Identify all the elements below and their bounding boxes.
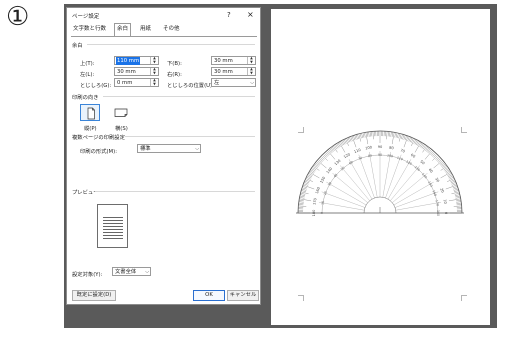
tab-margins[interactable]: 余白 [114, 23, 132, 37]
tab-paper[interactable]: 用紙 [138, 24, 153, 35]
left-margin-input[interactable]: 30 mm ▲ ▼ [114, 67, 159, 76]
chevron-down-icon: ⌵ [145, 269, 149, 275]
bottom-margin-label: 下(B): [167, 61, 182, 67]
protractor-outer-scale-label: 90 [378, 145, 383, 149]
step-number: ① [6, 2, 30, 32]
close-button[interactable]: × [247, 10, 254, 19]
apply-to-value: 文書全体 [115, 269, 137, 275]
page-setup-dialog: ページ設定 ? × 文字数と行数 余白 用紙 その他 余白 上(T): 110 … [66, 7, 261, 305]
protractor-inner-scale-label: 180 [436, 210, 440, 216]
print-format-select[interactable]: 標準 ⌵ [137, 144, 201, 153]
preview-text-line [103, 226, 123, 227]
gutter-spinner[interactable]: ▲ ▼ [150, 78, 158, 86]
gutter-label: とじしろ(G): [80, 83, 112, 89]
right-margin-label: 右(R): [167, 72, 182, 78]
protractor-inner-scale-label: 0 [320, 212, 324, 214]
orientation-section-label: 印刷の向き [72, 95, 99, 101]
gutter-input[interactable]: 0 mm ▲ ▼ [114, 78, 159, 87]
landscape-button[interactable] [111, 104, 131, 121]
left-margin-value: 30 mm [117, 69, 136, 75]
left-margin-label: 左(L): [80, 72, 95, 78]
dialog-title: ページ設定 [72, 14, 100, 20]
gutter-position-select[interactable]: 左 ⌵ [211, 78, 256, 87]
gutter-value: 0 mm [117, 80, 133, 86]
set-as-default-button[interactable]: 既定に設定(D) [72, 290, 116, 301]
preview-text-line [103, 232, 123, 233]
left-margin-spinner[interactable]: ▲ ▼ [150, 67, 158, 75]
portrait-page-icon [87, 107, 95, 120]
bottom-margin-value: 30 mm [214, 58, 233, 64]
right-margin-spinner[interactable]: ▲ ▼ [247, 67, 255, 75]
margins-section-label: 余白 [72, 43, 83, 49]
multipage-section-label: 複数ページの印刷設定 [72, 135, 125, 141]
top-margin-label: 上(T): [80, 61, 95, 67]
section-divider [125, 136, 255, 137]
print-format-value: 標準 [140, 146, 151, 152]
print-format-label: 印刷の形式(M): [80, 149, 117, 155]
ok-button[interactable]: OK [193, 290, 225, 301]
protractor-image[interactable]: 0180101702016030150401405013060120701108… [271, 9, 490, 325]
preview-page [97, 204, 128, 248]
top-margin-input[interactable]: 110 mm ▲ ▼ [114, 56, 159, 65]
preview-text-line [103, 220, 123, 221]
tab-divider [71, 36, 257, 37]
help-button[interactable]: ? [227, 11, 231, 19]
right-margin-value: 30 mm [214, 69, 233, 75]
tab-other[interactable]: その他 [161, 24, 182, 35]
document-page: 0 180 10 170 20 160 30 150 40 140 50 130 60 120 70 110 8… [271, 9, 490, 325]
gutter-position-label: とじしろの位置(U): [167, 83, 214, 89]
landscape-label[interactable]: 横(S) [115, 124, 128, 132]
tab-character-lines[interactable]: 文字数と行数 [71, 24, 108, 35]
section-divider [103, 96, 255, 97]
top-margin-spinner[interactable]: ▲ ▼ [150, 56, 158, 64]
protractor-inner-scale-label: 90 [378, 153, 382, 157]
apply-to-select[interactable]: 文書全体 ⌵ [112, 267, 151, 276]
chevron-down-icon: ⌵ [250, 80, 254, 86]
section-divider [87, 44, 255, 45]
protractor-outer-scale-label: 0 [444, 212, 448, 215]
preview-text-line [103, 223, 123, 224]
protractor-inner-scale-label: 10 [321, 201, 326, 206]
bottom-margin-spinner[interactable]: ▲ ▼ [247, 56, 255, 64]
protractor-outer-scale-label: 180 [312, 209, 316, 217]
chevron-down-icon: ⌵ [195, 146, 199, 152]
dialog-titlebar[interactable]: ページ設定 ? × [67, 8, 260, 22]
cancel-button[interactable]: キャンセル [227, 290, 259, 301]
preview-text-line [103, 217, 123, 218]
section-divider [95, 191, 255, 192]
portrait-label[interactable]: 縦(P) [84, 124, 97, 132]
preview-text-line [103, 238, 123, 239]
preview-text-line [103, 235, 123, 236]
landscape-page-icon [114, 108, 128, 117]
top-margin-value: 110 mm [116, 57, 141, 65]
bottom-margin-input[interactable]: 30 mm ▲ ▼ [211, 56, 256, 65]
portrait-button[interactable] [80, 104, 100, 121]
preview-section-label: プレビュー [72, 190, 99, 196]
gutter-position-value: 左 [214, 80, 220, 86]
right-margin-input[interactable]: 30 mm ▲ ▼ [211, 67, 256, 76]
preview-text-line [103, 229, 123, 230]
apply-to-label: 設定対象(Y): [72, 272, 103, 278]
protractor-inner-scale-label: 80 [368, 154, 373, 159]
